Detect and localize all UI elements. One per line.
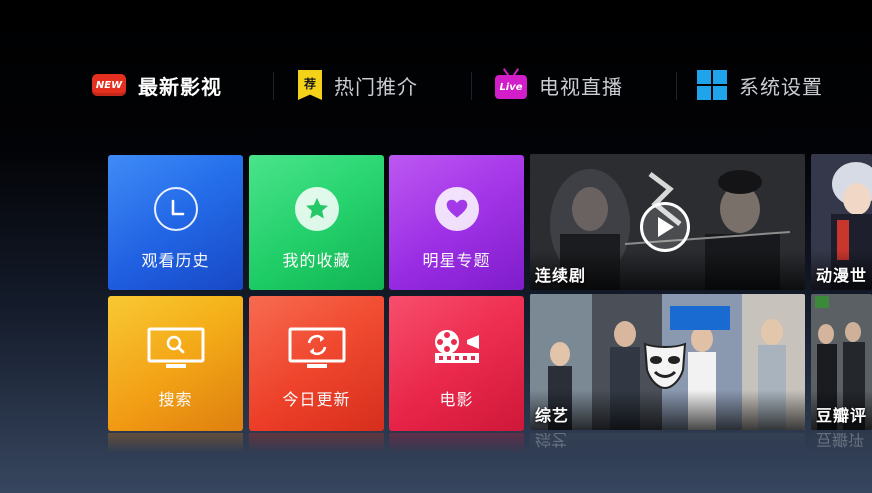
nav-item-recommend[interactable]: 荐 热门推介 [298,58,418,112]
recommend-badge-icon: 荐 [298,70,322,100]
poster-label: 综艺 [535,406,570,425]
tile-label: 搜索 [158,390,193,409]
poster-label: 连续剧 [535,266,587,285]
nav-label-live-tv: 电视直播 [539,74,623,99]
top-nav: NEW 最新影视 荐 热门推介 Live 电视直播 系统设置 [0,58,872,112]
nav-label-recommend: 热门推介 [334,74,418,99]
reflection-text: 豆瓣评 [816,433,865,449]
star-icon [294,187,339,231]
poster-label: 动漫世 [816,266,868,285]
nav-divider [273,72,274,100]
poster-anime[interactable]: 动漫世 [811,154,872,290]
poster-variety[interactable]: 综艺 [530,294,805,430]
tile-label: 今日更新 [282,390,351,409]
reflection-text: 综艺 [535,433,568,449]
mask-icon [637,340,693,390]
nav-item-live-tv[interactable]: Live 电视直播 [495,58,623,112]
tile-label: 我的收藏 [282,251,351,270]
tile-star-topics[interactable]: 明星专题 [389,155,524,290]
tile-movies[interactable]: 电影 [389,296,524,431]
refresh-tv-icon [288,326,345,370]
tile-reflection: 综艺 豆瓣评 [108,433,872,453]
search-tv-icon [147,326,204,370]
play-icon[interactable] [640,202,690,252]
nav-divider [471,72,472,100]
live-tv-icon: Live [495,75,527,99]
nav-item-latest[interactable]: NEW 最新影视 [92,58,222,112]
tile-watch-history[interactable]: 观看历史 [108,155,243,290]
film-reel-icon [434,326,479,370]
poster-label: 豆瓣评 [816,406,868,425]
tile-label: 电影 [439,390,474,409]
poster-tv-series[interactable]: 连续剧 [530,154,805,290]
nav-label-latest: 最新影视 [138,74,222,99]
nav-label-settings: 系统设置 [739,74,823,99]
clock-icon [153,187,198,231]
tile-label: 观看历史 [141,251,210,270]
nav-divider [676,72,677,100]
new-badge-icon: NEW [92,74,126,96]
windows-icon [697,70,727,100]
tile-today-updates[interactable]: 今日更新 [249,296,384,431]
heart-icon [434,187,479,231]
poster-douban-rating[interactable]: 豆瓣评 [811,294,872,430]
tile-favorites[interactable]: 我的收藏 [249,155,384,290]
tile-label: 明星专题 [422,251,491,270]
nav-item-settings[interactable]: 系统设置 [697,58,823,112]
tile-search[interactable]: 搜索 [108,296,243,431]
